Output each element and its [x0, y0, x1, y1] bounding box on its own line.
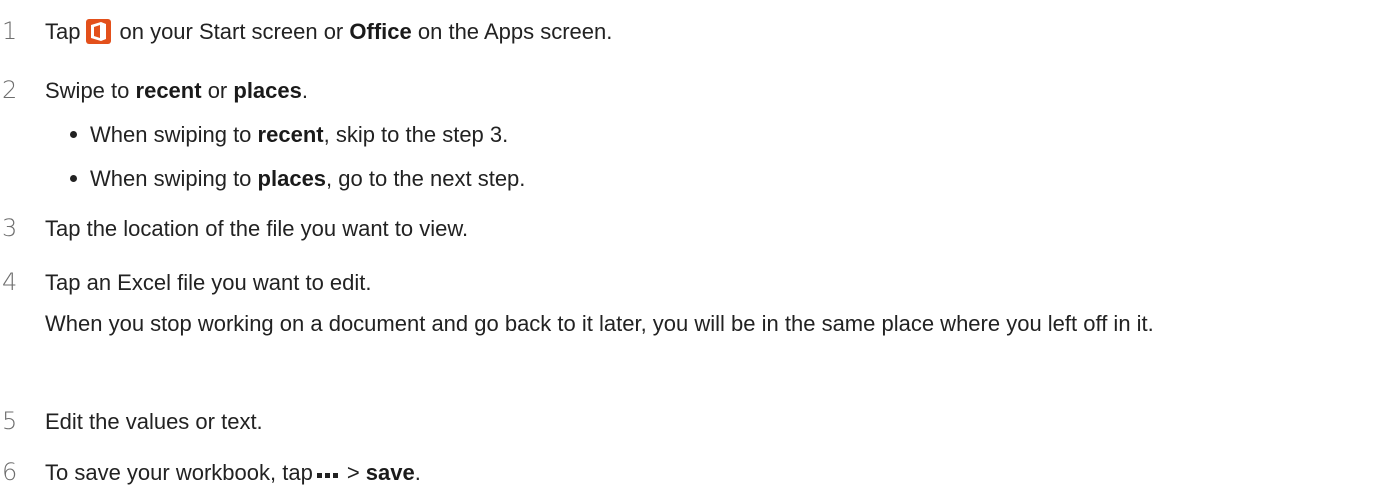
places-label: places — [233, 78, 302, 103]
bullet-text: , skip to the step 3. — [323, 122, 509, 147]
step-text: Edit the values or text. — [45, 409, 263, 434]
step-note: When you stop working on a document and … — [45, 311, 1154, 336]
bullet-text: , go to the next step. — [326, 166, 526, 191]
step-text-part: To save your workbook, tap — [45, 460, 313, 485]
step-text-part: > — [346, 460, 360, 485]
step-text-part: Tap — [45, 19, 81, 44]
bullet-dot — [70, 130, 77, 138]
step-text-part: on the Apps screen. — [417, 19, 613, 44]
step-text: Tap an Excel file you want to edit. — [45, 270, 372, 295]
bullet-dot — [70, 174, 77, 182]
places-label: places — [257, 166, 327, 191]
step-text-part: . — [414, 460, 421, 485]
bullet-text: When swiping to — [90, 122, 252, 147]
step-number: 6 — [2, 458, 18, 486]
bullet-text: When swiping to — [90, 166, 252, 191]
step-text: Swipe to recent or places. — [45, 78, 308, 104]
step-text: To save your workbook, tap > save. — [45, 460, 421, 487]
step-text-part: on your Start screen or — [119, 19, 344, 44]
step-text: Tap the location of the file you want to… — [45, 216, 469, 241]
save-label: save — [365, 460, 415, 485]
step-number: 4 — [2, 268, 18, 296]
recent-label: recent — [257, 122, 324, 147]
step-text-part: Swipe to — [45, 78, 130, 103]
step-number: 2 — [2, 76, 18, 104]
office-label: Office — [349, 19, 412, 44]
step-text: Tap on your Start screen or Office on the… — [45, 19, 612, 45]
step-text-part: or — [207, 78, 228, 103]
step-number: 1 — [2, 17, 18, 45]
step-number: 3 — [2, 214, 18, 242]
step-text-part: . — [301, 78, 308, 103]
more-icon — [316, 461, 341, 487]
bullet-item: When swiping to places, go to the next s… — [70, 166, 525, 192]
office-app-icon — [86, 19, 112, 44]
bullet-item: When swiping to recent, skip to the step… — [70, 122, 508, 148]
recent-label: recent — [135, 78, 202, 103]
step-number: 5 — [2, 407, 18, 435]
